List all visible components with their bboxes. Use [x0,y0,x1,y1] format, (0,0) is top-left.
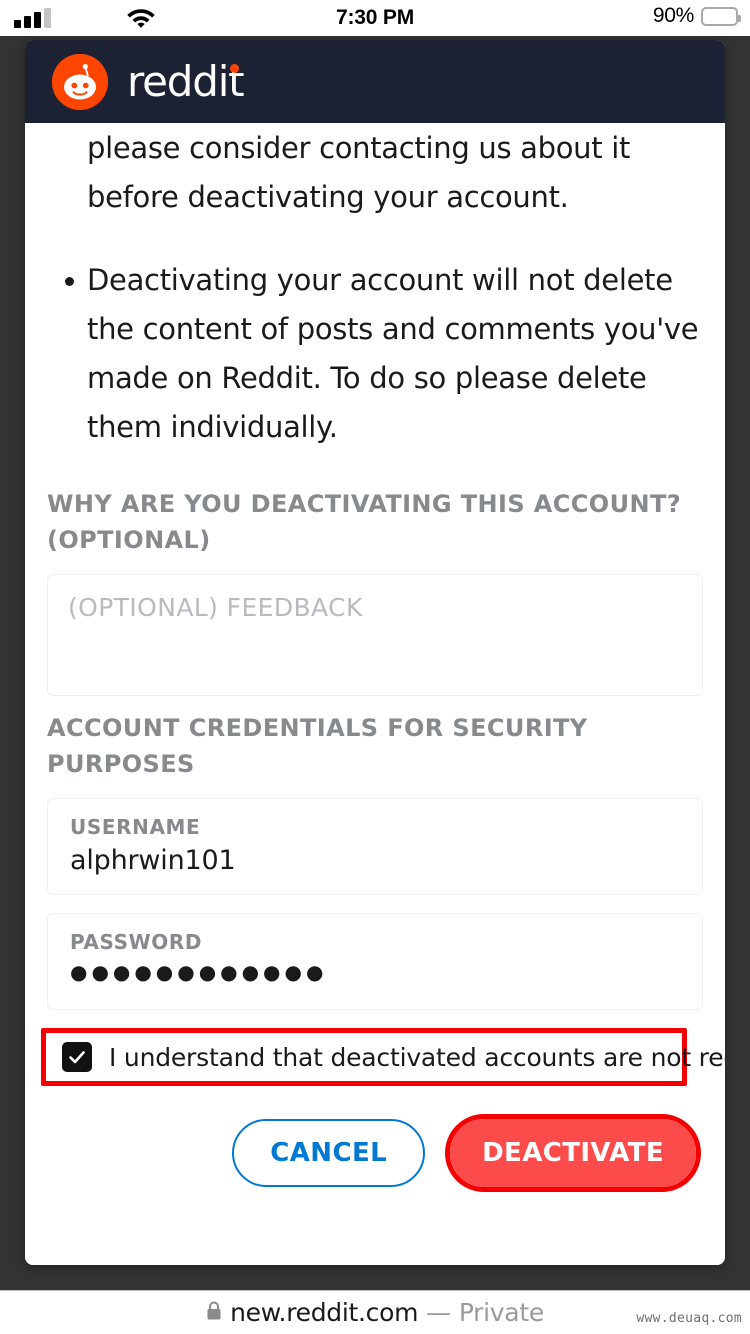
safari-url-text: new.reddit.com [230,1298,418,1327]
confirm-checkbox-row[interactable]: I understand that deactivated accounts a… [41,1028,687,1086]
feedback-placeholder: (OPTIONAL) FEEDBACK [68,593,682,622]
checkmark-icon[interactable] [62,1042,92,1072]
cancel-button[interactable]: CANCEL [232,1119,425,1187]
notice-item: Deactivating your account will not delet… [47,256,703,452]
password-label: PASSWORD [70,930,680,954]
deactivate-button-highlight: DEACTIVATE [445,1114,701,1192]
username-value: alphrwin101 [70,845,680,876]
password-field[interactable]: PASSWORD ●●●●●●●●●●●● [47,913,703,1010]
safari-private-label: Private [459,1298,544,1327]
feedback-input[interactable]: (OPTIONAL) FEEDBACK [47,574,703,696]
deactivation-notice-list: If you are having a problem on Reddit, p… [47,123,703,452]
username-field[interactable]: USERNAME alphrwin101 [47,798,703,895]
battery-icon [701,7,738,26]
username-label: USERNAME [70,815,680,839]
reddit-snoo-icon[interactable] [52,54,108,110]
reddit-header: reddit [25,40,725,123]
status-bar-clock: 7:30 PM [0,6,750,30]
ios-status-bar: 7:30 PM 90% [0,0,750,36]
notice-item: If you are having a problem on Reddit, p… [47,123,703,222]
lock-icon [206,1298,222,1327]
status-bar-right: 90% [653,4,738,28]
modal-body: If you are having a problem on Reddit, p… [25,123,725,1265]
reddit-wordmark-text: reddit [127,57,243,106]
reddit-wordmark: reddit [127,57,243,106]
site-watermark: www.deuaq.com [636,1311,742,1326]
modal-actions: CANCEL DEACTIVATE [47,1114,703,1192]
deactivate-account-modal: reddit If you are having a problem on Re… [25,40,725,1265]
safari-separator: — [426,1298,451,1327]
safari-url-display[interactable]: new.reddit.com — Private [206,1298,544,1327]
confirm-checkbox-label: I understand that deactivated accounts a… [109,1043,725,1072]
password-value: ●●●●●●●●●●●● [70,960,680,984]
battery-percentage: 90% [653,4,694,28]
deactivate-button[interactable]: DEACTIVATE [450,1119,696,1187]
feedback-section-label: WHY ARE YOU DEACTIVATING THIS ACCOUNT? (… [47,486,703,558]
credentials-section-label: ACCOUNT CREDENTIALS FOR SECURITY PURPOSE… [47,710,703,782]
